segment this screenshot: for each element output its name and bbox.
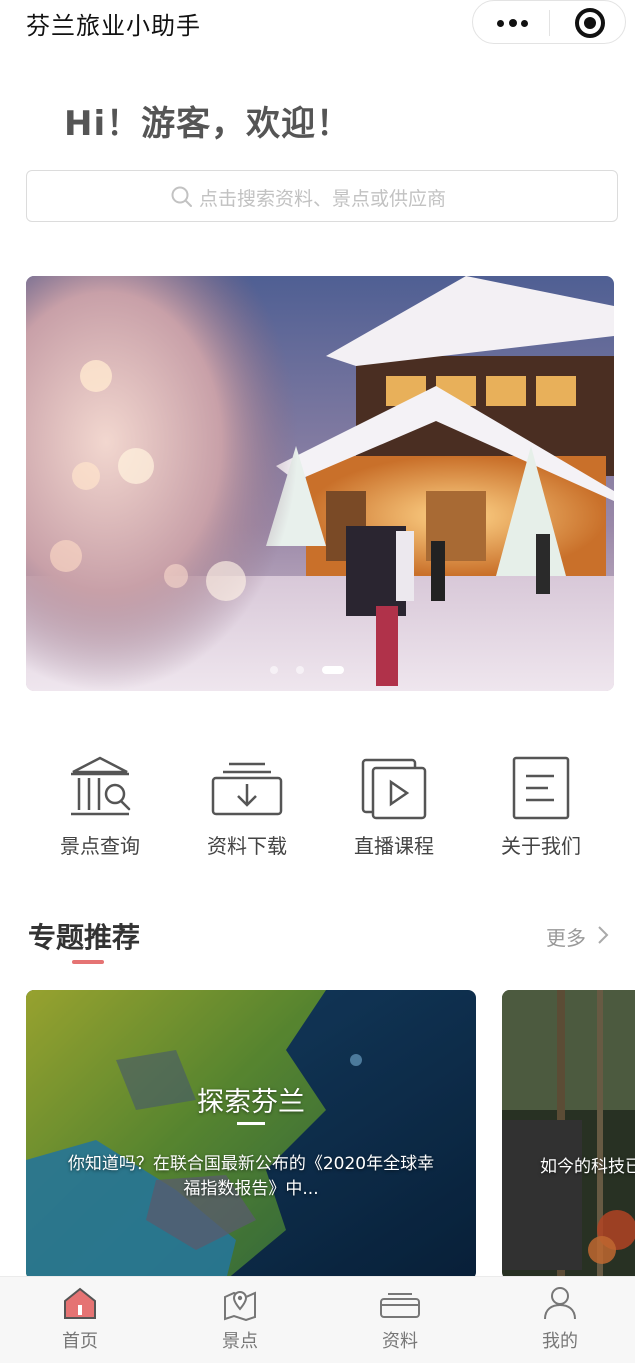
- quick-link-label: 景点查询: [60, 834, 140, 858]
- search-icon: [171, 186, 192, 207]
- tab-materials[interactable]: 资料: [340, 1285, 460, 1361]
- more-dots-icon[interactable]: [495, 11, 529, 33]
- card-description: 你知道吗？在联合国最新公布的《2020年全球幸福指数报告》中...: [67, 1154, 435, 1199]
- tab-me[interactable]: 我的: [500, 1285, 620, 1361]
- search-bar[interactable]: 点击搜索资料、景点或供应商: [26, 170, 618, 222]
- tab-home[interactable]: 首页: [20, 1285, 140, 1361]
- carousel-dot[interactable]: [296, 666, 304, 674]
- play-video-icon: [361, 758, 427, 820]
- card-image: [26, 990, 476, 1280]
- banner-carousel[interactable]: [26, 276, 614, 691]
- tab-label: 景点: [222, 1331, 258, 1352]
- greeting-text: Hi！游客，欢迎！: [64, 104, 352, 144]
- download-tray-icon: [211, 762, 283, 816]
- quick-link-attractions[interactable]: 景点查询: [30, 752, 170, 862]
- quick-link-label: 直播课程: [354, 834, 434, 858]
- more-link[interactable]: 更多: [546, 922, 586, 951]
- home-icon: [64, 1287, 96, 1319]
- museum-search-icon: [71, 756, 131, 816]
- chevron-right-icon[interactable]: [596, 925, 610, 945]
- quick-link-live-courses[interactable]: 直播课程: [324, 752, 464, 862]
- carousel-dot[interactable]: [270, 666, 278, 674]
- section-underline: [72, 960, 104, 964]
- search-placeholder: 点击搜索资料、景点或供应商: [199, 188, 447, 210]
- user-icon: [544, 1287, 576, 1320]
- mini-program-capsule: [472, 0, 626, 44]
- folder-icon: [380, 1293, 420, 1318]
- map-pin-icon: [224, 1291, 256, 1321]
- quick-link-downloads[interactable]: 资料下载: [177, 752, 317, 862]
- top-bar: 芬兰旅业小助手: [0, 0, 635, 52]
- tab-label: 首页: [62, 1331, 98, 1352]
- card-description: 如今的科技已: [540, 1157, 635, 1177]
- quick-links: 景点查询 资料下载 直播课程 关于我们: [0, 752, 635, 862]
- featured-card[interactable]: 探索芬兰 你知道吗？在联合国最新公布的《2020年全球幸福指数报告》中...: [26, 990, 476, 1280]
- bottom-tab-bar: 首页 景点 资料 我的: [0, 1276, 635, 1363]
- card-title-divider: [237, 1122, 265, 1125]
- capsule-divider: [549, 10, 550, 36]
- banner-image: [26, 276, 614, 691]
- carousel-dot-active[interactable]: [322, 666, 344, 674]
- tab-label: 我的: [542, 1331, 578, 1352]
- tab-attractions[interactable]: 景点: [180, 1285, 300, 1361]
- quick-link-label: 关于我们: [501, 834, 581, 858]
- card-image: [502, 990, 635, 1280]
- target-icon[interactable]: [575, 8, 605, 38]
- section-title: 专题推荐: [28, 921, 141, 954]
- app-title: 芬兰旅业小助手: [26, 12, 201, 40]
- card-title: 探索芬兰: [197, 1087, 305, 1118]
- tab-label: 资料: [382, 1331, 418, 1352]
- quick-link-label: 资料下载: [207, 834, 287, 858]
- document-icon: [512, 756, 570, 820]
- featured-card[interactable]: 如今的科技已: [502, 990, 635, 1280]
- quick-link-about-us[interactable]: 关于我们: [471, 752, 611, 862]
